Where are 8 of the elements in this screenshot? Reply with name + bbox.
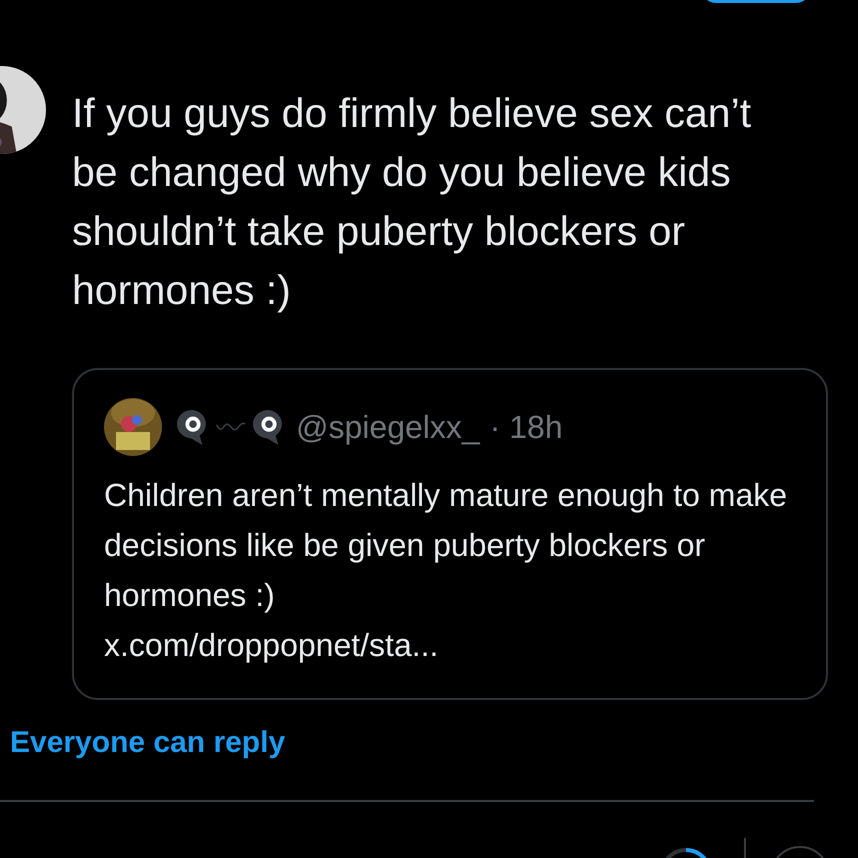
wave-icon bbox=[216, 421, 246, 433]
quoted-handle: @spiegelxx_ bbox=[296, 408, 480, 446]
quoted-text: Children aren’t mentally mature enough to make decisions like be given puberty blockers or hormones :) bbox=[104, 476, 788, 615]
quoted-time: · 18h bbox=[490, 408, 563, 446]
quoted-post-card[interactable]: @spiegelxx_ · 18h Children aren’t mentally mature enough to make decisions like be given puberty blockers or hormones :) x.com/droppopnet/sta... bbox=[72, 368, 828, 700]
quoted-link[interactable]: x.com/droppopnet/sta... bbox=[104, 620, 794, 670]
post-text: If you guys do firmly believe sex can’t be changed why do you believe kids shouldn’t take puberty blockers or hormones :) bbox=[72, 89, 752, 315]
reply-setting-link[interactable]: Everyone can reply bbox=[10, 726, 286, 760]
